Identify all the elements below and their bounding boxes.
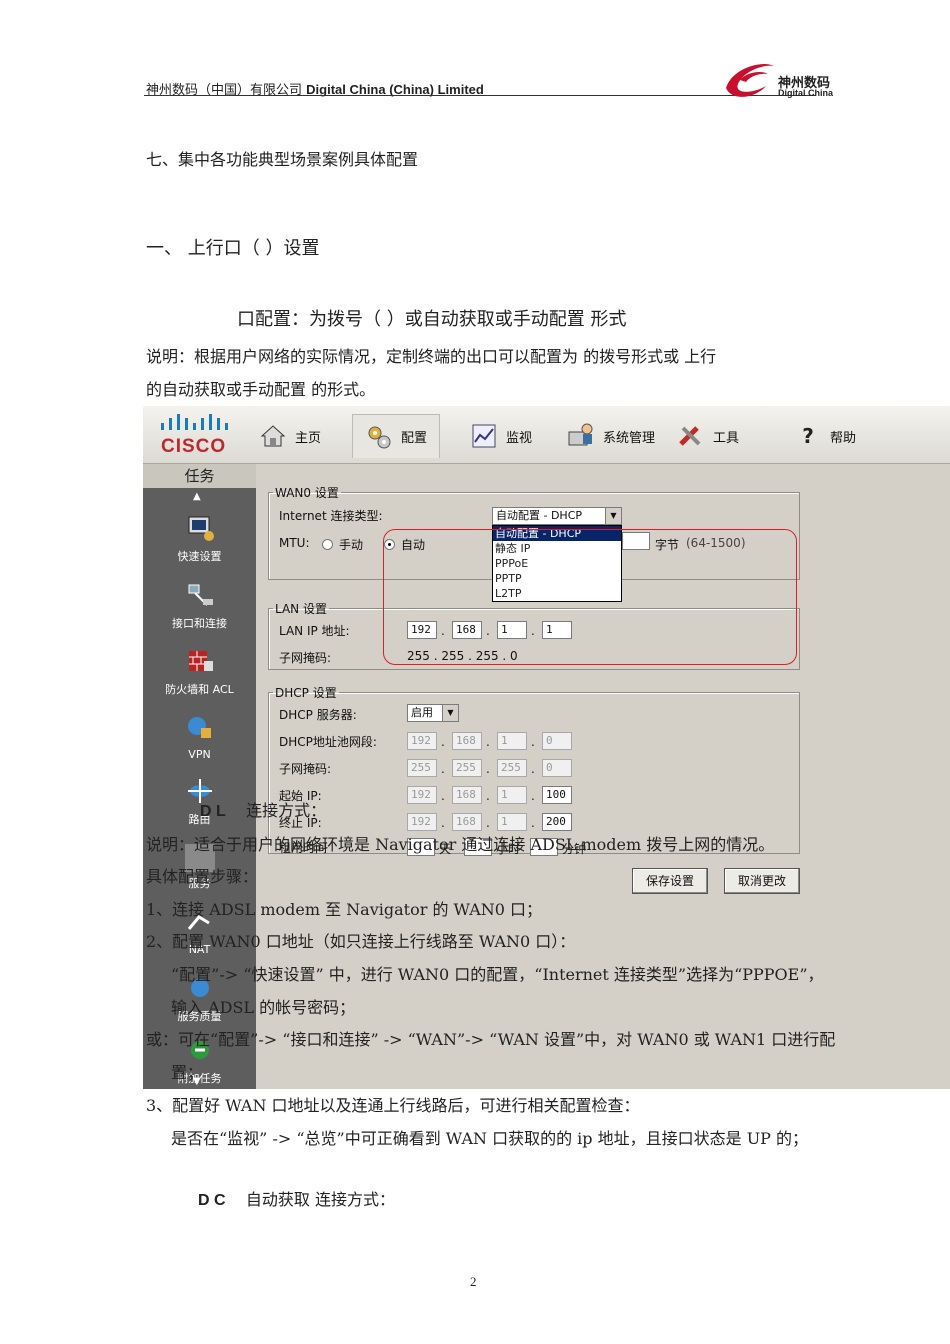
sidebar-item-quick-setup[interactable]: 快速设置: [143, 514, 256, 564]
nav-admin[interactable]: 系统管理: [567, 414, 655, 458]
step-3a: 是否在“监视” -> “总览”中可正确看到 WAN 口获取的的 ip 地址，且接…: [171, 1129, 809, 1148]
start-octet-3[interactable]: 1: [497, 786, 527, 804]
section-1-title: 一、 上行口（ ）设置: [146, 238, 320, 259]
dhcp-server-select[interactable]: 启用 ▼: [407, 704, 459, 722]
nav-config[interactable]: 配置: [352, 414, 441, 458]
desc-line-2: 的自动获取或手动配置 的形式。: [146, 380, 376, 399]
mask-octet-1[interactable]: 255: [407, 759, 437, 777]
mask-octet-4[interactable]: 0: [542, 759, 572, 777]
section-7-title: 七、集中各功能典型场景案例具体配置: [146, 150, 419, 169]
pool-octet-1[interactable]: 192: [407, 732, 437, 750]
sidebar-title: 任务: [143, 464, 256, 488]
vpn-icon: [187, 717, 211, 738]
nav-tools[interactable]: 工具: [677, 414, 739, 458]
step-3: 3、配置好 WAN 口地址以及连通上行线路后，可进行相关配置检查：: [146, 1096, 640, 1115]
sidebar-item-interfaces[interactable]: 接口和连接: [143, 581, 256, 631]
gears-icon: [368, 426, 391, 448]
highlight-oval: [383, 529, 797, 665]
cancel-button[interactable]: 取消更改: [724, 868, 800, 894]
home-icon: [260, 425, 286, 447]
chevron-down-icon: ▼: [605, 508, 621, 524]
dhcp-pool-label: DHCP地址池网段:: [279, 735, 377, 749]
sidebar-item-vpn[interactable]: VPN: [143, 714, 256, 761]
quick-setup-icon: [188, 516, 214, 541]
nav-monitor[interactable]: 监视: [470, 414, 532, 458]
cisco-logo: CISCO: [157, 412, 247, 458]
sidebar-item-firewall[interactable]: 防火墙和 ACL: [143, 647, 256, 697]
save-button[interactable]: 保存设置: [632, 868, 708, 894]
start-octet-1[interactable]: 192: [407, 786, 437, 804]
mask-octet-2[interactable]: 255: [452, 759, 482, 777]
pool-octet-4[interactable]: 0: [542, 732, 572, 750]
interfaces-icon: [188, 584, 213, 606]
pool-octet-3[interactable]: 1: [497, 732, 527, 750]
cisco-bars-icon: [161, 414, 228, 430]
admin-computer-icon: [568, 423, 593, 446]
chevron-down-icon: ▼: [442, 705, 458, 721]
mask-octet-3[interactable]: 255: [497, 759, 527, 777]
connection-type-select[interactable]: 自动配置 - DHCP ▼: [492, 507, 622, 525]
lan-legend: LAN 设置: [275, 602, 327, 616]
nav-home[interactable]: 主页: [259, 414, 321, 458]
end-octet-4[interactable]: 200: [542, 813, 572, 831]
subsection-title: 口配置：为拨号（ ）或自动获取或手动配置 形式: [237, 309, 627, 330]
question-mark-icon: ?: [802, 424, 814, 448]
wan-legend: WAN0 设置: [275, 486, 339, 500]
end-octet-2[interactable]: 168: [452, 813, 482, 831]
logo-mark-icon: [726, 64, 774, 97]
step-2b: 输入 ADSL 的帐号密码；: [171, 998, 356, 1017]
scroll-up-icon[interactable]: ▲: [193, 491, 201, 502]
pool-octet-2[interactable]: 168: [452, 732, 482, 750]
step-2d: 置；: [171, 1063, 204, 1082]
step-2: 2、配置 WAN0 口地址（如只连接上行线路至 WAN0 口）：: [146, 932, 576, 951]
header-rule: [144, 95, 816, 96]
dc-heading: D C 自动获取 连接方式：: [198, 1190, 395, 1209]
lan-ip-label: LAN IP 地址:: [279, 624, 350, 638]
desc-line-1: 说明：根据用户网络的实际情况，定制终端的出口可以配置为 的拨号形式或 上行: [146, 347, 717, 366]
firewall-icon: [188, 651, 213, 671]
end-octet-1[interactable]: 192: [407, 813, 437, 831]
dhcp-legend: DHCP 设置: [275, 686, 337, 700]
dl-heading: D L 连接方式：: [200, 801, 327, 820]
nav-help[interactable]: ? 帮助: [794, 414, 856, 458]
top-nav-bar: CISCO 主页 配置 监视 系统管理 工具 ? 帮助: [143, 406, 950, 464]
radio-icon: [322, 539, 333, 550]
lan-mask-label: 子网掩码:: [279, 651, 332, 665]
step-1: 1、连接 ADSL modem 至 Navigator 的 WAN0 口；: [146, 900, 543, 919]
dhcp-server-label: DHCP 服务器:: [279, 708, 357, 722]
note-line: 说明：适合于用户的网络环境是 Navigator 通过连接 ADSL modem…: [146, 835, 775, 854]
dhcp-mask-label: 子网掩码:: [279, 762, 332, 776]
step-2c: 或：可在“配置”-> “接口和连接” -> “WAN”-> “WAN 设置”中，…: [146, 1030, 836, 1049]
steps-title: 具体配置步骤：: [146, 867, 259, 886]
monitor-chart-icon: [472, 424, 496, 448]
mtu-label: MTU:: [279, 536, 310, 550]
tools-icon: [679, 426, 701, 446]
page-number: 2: [470, 1274, 477, 1289]
connection-type-label: Internet 连接类型:: [279, 509, 383, 523]
end-octet-3[interactable]: 1: [497, 813, 527, 831]
mtu-manual-radio[interactable]: 手动: [322, 536, 363, 553]
start-octet-2[interactable]: 168: [452, 786, 482, 804]
config-panel: WAN0 设置 Internet 连接类型: 自动配置 - DHCP ▼ MTU:…: [256, 464, 950, 1089]
start-octet-4[interactable]: 100: [542, 786, 572, 804]
step-2a: “配置”-> “快速设置” 中，进行 WAN0 口的配置，“Internet 连…: [171, 965, 824, 984]
router-ui-screenshot: CISCO 主页 配置 监视 系统管理 工具 ? 帮助 任务 ▲ 快速设置 接口…: [143, 406, 950, 1089]
company-logo: 神州数码 Digital China: [722, 58, 852, 104]
